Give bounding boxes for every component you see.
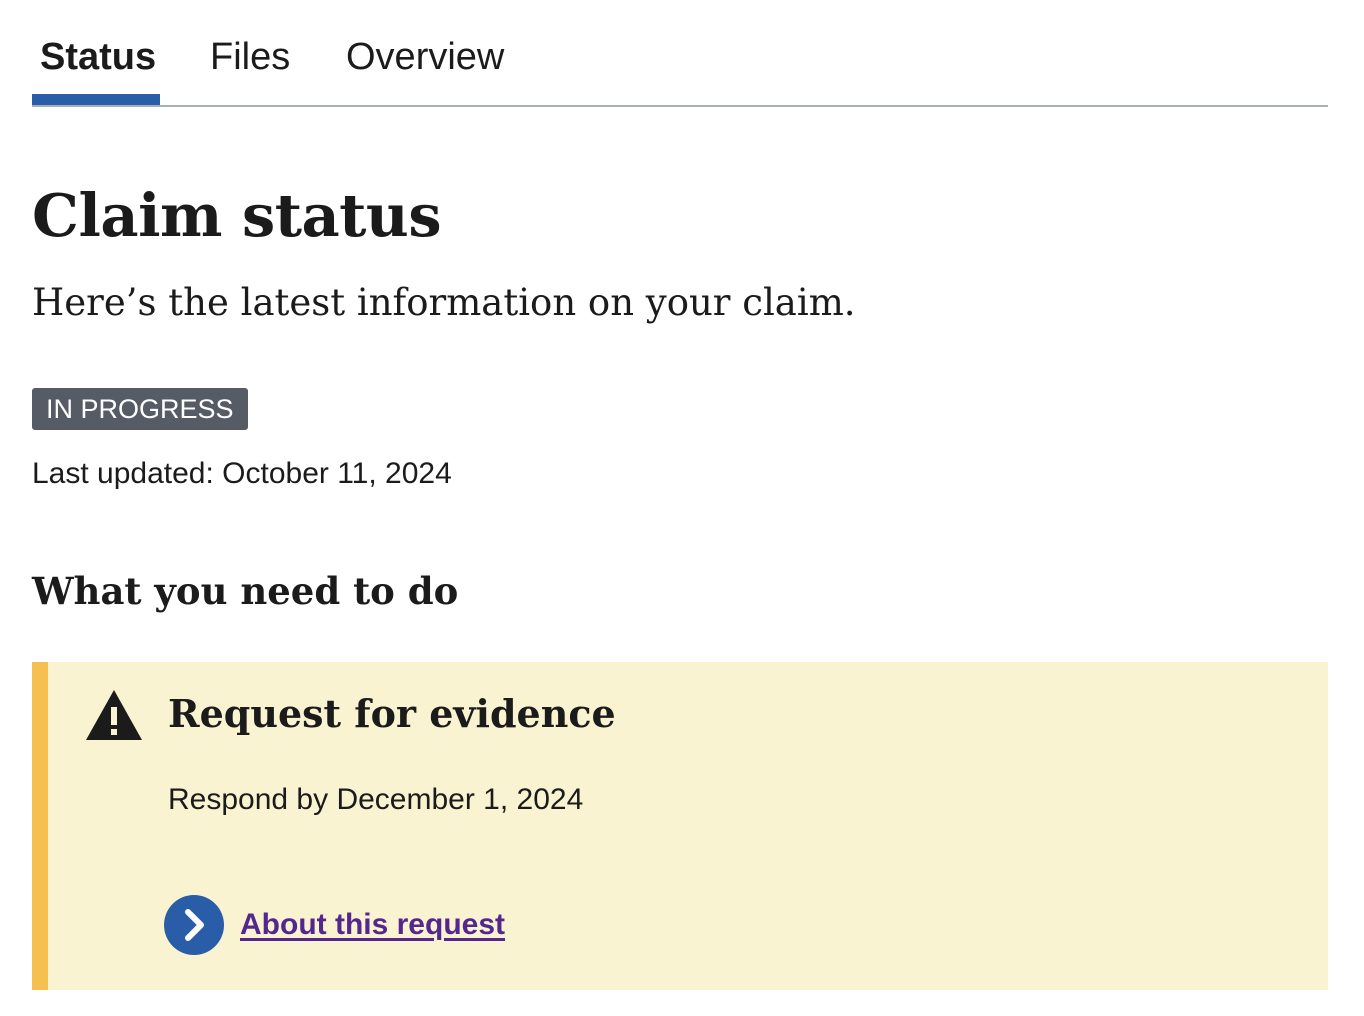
tab-overview[interactable]: Overview	[346, 34, 504, 80]
page-title: Claim status	[32, 181, 442, 250]
alert-accent-bar	[32, 662, 48, 990]
about-request-link[interactable]: About this request	[164, 894, 505, 956]
about-request-link-label[interactable]: About this request	[240, 908, 505, 942]
tab-files[interactable]: Files	[210, 34, 290, 80]
page-subtitle: Here’s the latest information on your cl…	[32, 281, 856, 324]
section-heading: What you need to do	[32, 569, 459, 613]
warning-icon	[86, 690, 142, 740]
alert-deadline: Respond by December 1, 2024	[168, 783, 584, 816]
status-badge: IN PROGRESS	[32, 388, 248, 430]
request-alert: Request for evidence Respond by December…	[32, 662, 1328, 990]
active-tab-indicator	[32, 94, 160, 105]
chevron-right-circle-icon	[164, 895, 224, 955]
tab-status[interactable]: Status	[40, 34, 156, 80]
alert-title: Request for evidence	[168, 691, 616, 736]
tab-bar: Status Files Overview	[32, 0, 1328, 107]
last-updated-text: Last updated: October 11, 2024	[32, 457, 452, 490]
